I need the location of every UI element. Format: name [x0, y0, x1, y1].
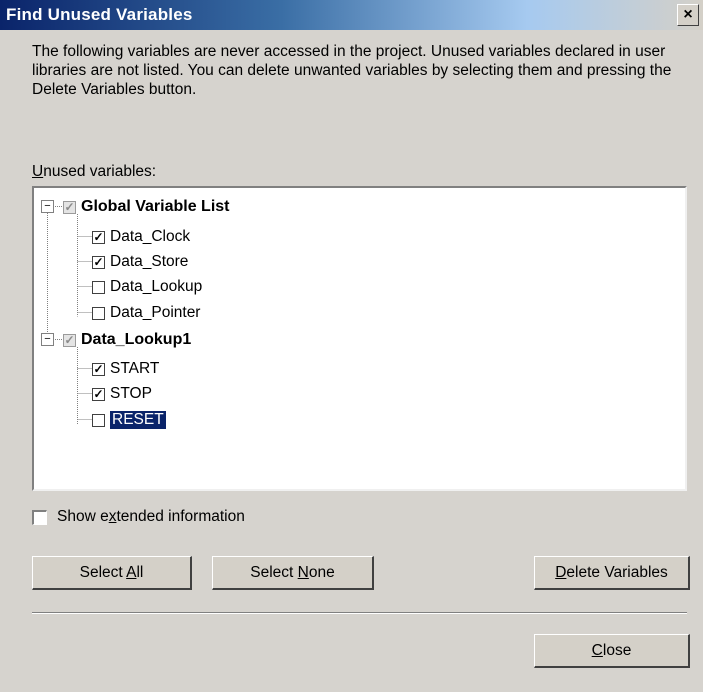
separator: [32, 612, 687, 614]
check-icon: ✓: [64, 200, 75, 214]
unused-variables-label: Unused variables:: [32, 163, 156, 181]
dialog-title: Find Unused Variables: [6, 5, 193, 24]
label-part: Select: [79, 564, 127, 581]
mnemonic-a: A: [126, 564, 137, 581]
tree-item-data-store[interactable]: ✓ Data_Store: [92, 251, 188, 273]
mnemonic-n: N: [297, 564, 309, 581]
item-checkbox-reset[interactable]: [92, 413, 105, 427]
show-extended-checkbox[interactable]: [32, 509, 47, 525]
label-part: lose: [602, 642, 632, 659]
select-none-button[interactable]: Select None: [212, 556, 374, 590]
check-icon: ✓: [93, 255, 104, 269]
tree-item-data-lookup[interactable]: Data_Lookup: [92, 276, 202, 298]
check-icon: ✓: [93, 362, 104, 376]
check-icon: ✓: [64, 333, 75, 347]
delete-variables-button[interactable]: Delete Variables: [534, 556, 690, 590]
tree-item-data-pointer[interactable]: Data_Pointer: [92, 302, 200, 324]
expand-collapse-toggle-global[interactable]: −: [41, 200, 54, 213]
expand-collapse-toggle-data-lookup1[interactable]: −: [41, 333, 54, 346]
check-icon: ✓: [93, 230, 104, 244]
close-button[interactable]: Close: [534, 634, 690, 668]
item-checkbox-data-pointer[interactable]: [92, 306, 105, 320]
tree-group-global-variable-list[interactable]: ✓ Global Variable List: [63, 196, 230, 218]
group-checkbox-data-lookup1[interactable]: ✓: [63, 333, 76, 347]
check-icon: ✓: [93, 387, 104, 401]
group-label-data-lookup1: Data_Lookup1: [81, 331, 192, 348]
label-part: Show e: [57, 508, 109, 525]
label-part: tended information: [116, 508, 245, 525]
item-checkbox-data-clock[interactable]: ✓: [92, 230, 105, 244]
unused-variables-tree[interactable]: − ✓ Global Variable List ✓ Data_Clock ✓ …: [32, 186, 687, 491]
item-checkbox-data-store[interactable]: ✓: [92, 255, 105, 269]
item-checkbox-data-lookup[interactable]: [92, 280, 105, 294]
tree-item-data-clock[interactable]: ✓ Data_Clock: [92, 226, 190, 248]
mnemonic-d: D: [555, 564, 567, 581]
item-checkbox-stop[interactable]: ✓: [92, 387, 105, 401]
item-checkbox-start[interactable]: ✓: [92, 362, 105, 376]
item-label-stop: STOP: [110, 385, 152, 402]
tree-item-reset[interactable]: RESET: [92, 409, 167, 431]
find-unused-variables-dialog: Find Unused Variables × The following va…: [0, 0, 703, 692]
unused-label-rest: nused variables:: [43, 163, 157, 180]
group-checkbox-global[interactable]: ✓: [63, 200, 76, 214]
item-label-start: START: [110, 360, 160, 377]
mnemonic-c: C: [591, 642, 603, 659]
tree-group-data-lookup1[interactable]: ✓ Data_Lookup1: [63, 329, 191, 351]
item-label-data-lookup: Data_Lookup: [110, 278, 203, 295]
label-part: one: [308, 564, 335, 581]
close-icon[interactable]: ×: [677, 4, 699, 26]
item-label-data-store: Data_Store: [110, 253, 189, 270]
tree-item-start[interactable]: ✓ START: [92, 358, 159, 380]
select-all-button[interactable]: Select All: [32, 556, 192, 590]
show-extended-info-option[interactable]: Show extended information: [32, 508, 245, 526]
item-label-reset: RESET: [109, 410, 167, 430]
item-label-data-clock: Data_Clock: [110, 228, 191, 245]
tree-item-stop[interactable]: ✓ STOP: [92, 383, 152, 405]
label-part: Select: [250, 564, 298, 581]
title-bar[interactable]: Find Unused Variables ×: [0, 0, 703, 30]
description-text: The following variables are never access…: [32, 43, 672, 98]
label-part: elete Variables: [566, 564, 668, 581]
mnemonic-u: U: [32, 163, 44, 180]
item-label-data-pointer: Data_Pointer: [110, 304, 201, 321]
label-part: ll: [136, 564, 144, 581]
group-label-global: Global Variable List: [81, 198, 230, 215]
show-extended-label: Show extended information: [57, 508, 245, 526]
